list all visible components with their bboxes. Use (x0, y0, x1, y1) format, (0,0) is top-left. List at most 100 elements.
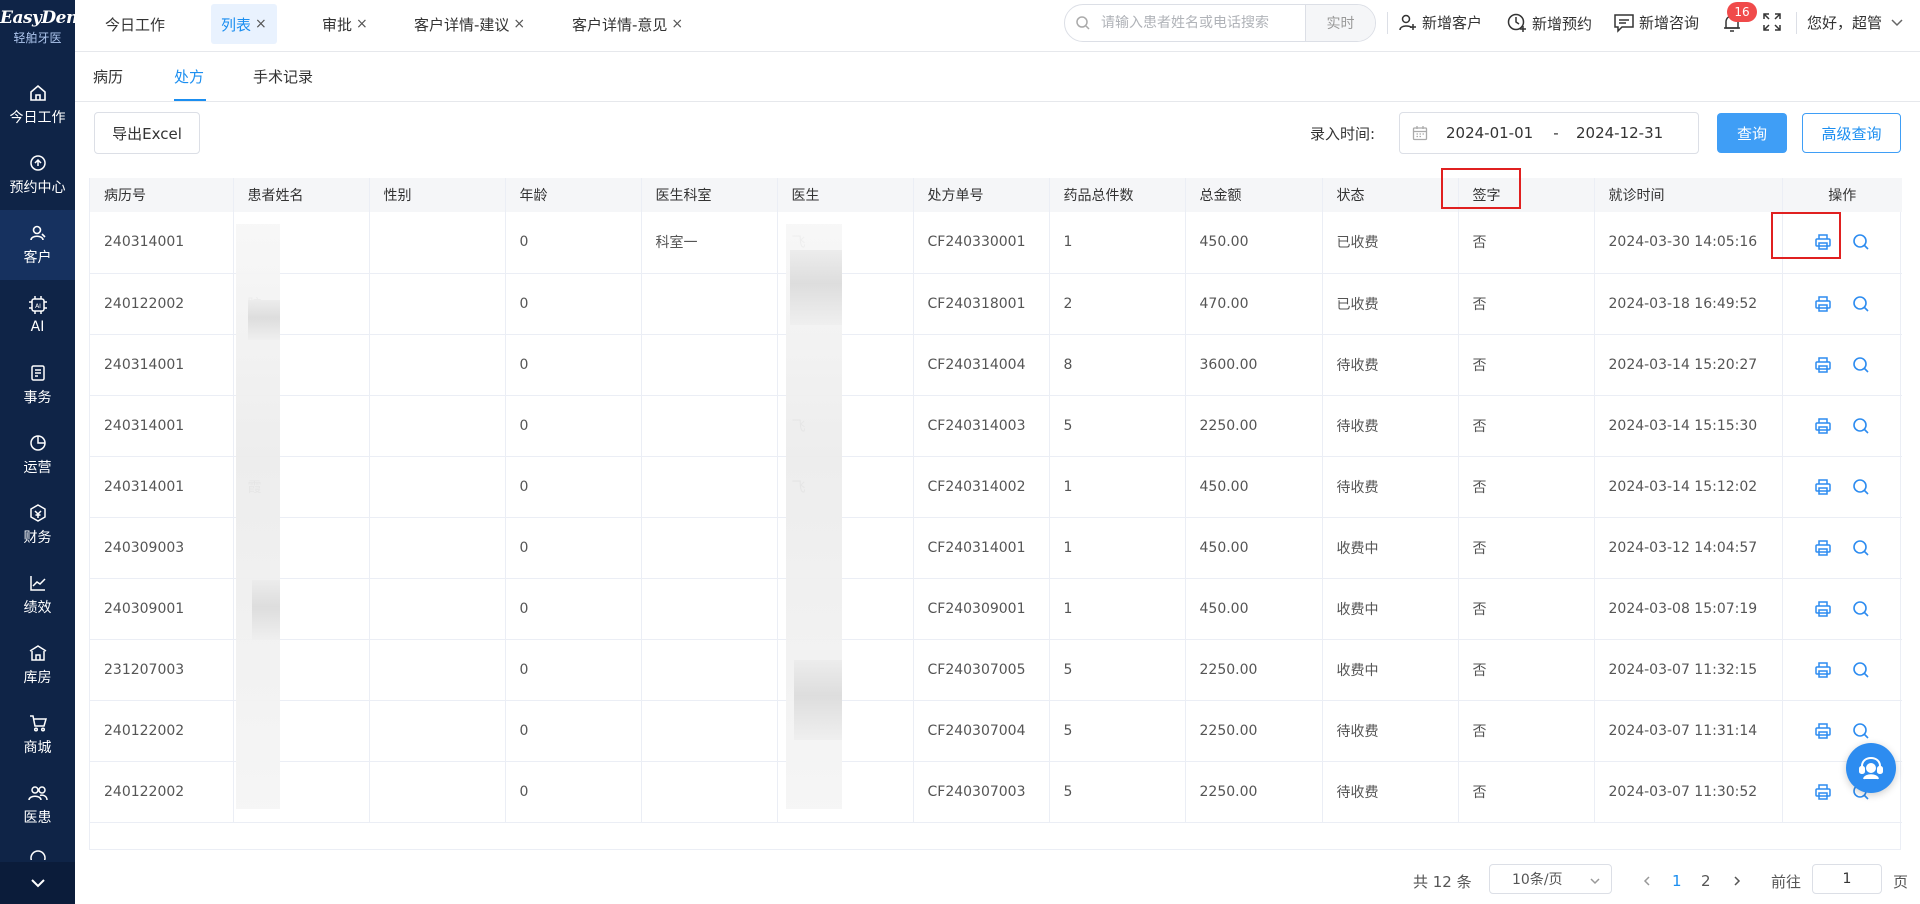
page-2-button[interactable]: 2 (1701, 866, 1711, 896)
col-status: 状态 (1322, 178, 1459, 212)
row-actions (1783, 539, 1903, 557)
query-button[interactable]: 查询 (1717, 113, 1787, 153)
close-icon[interactable]: × (513, 16, 525, 32)
search-icon[interactable] (1852, 478, 1870, 496)
total-amount-cell: 2250.00 (1185, 700, 1323, 762)
search-mode-button[interactable]: 实时 (1305, 5, 1375, 41)
actions-cell (1782, 456, 1902, 518)
sidebar-item-customer[interactable]: 客户 (0, 210, 75, 280)
close-icon[interactable]: × (671, 16, 683, 32)
sidebar-item-finance[interactable]: 财务 (0, 490, 75, 560)
page-size-select[interactable]: 10条/页 (1489, 864, 1612, 894)
search-icon[interactable] (1852, 295, 1870, 313)
goto-page-input[interactable] (1812, 864, 1882, 894)
tab-customer-opinion[interactable]: 客户详情-意见 × (572, 4, 683, 44)
advanced-query-button[interactable]: 高级查询 (1802, 113, 1901, 153)
sidebar-expand-button[interactable] (0, 862, 75, 904)
sidebar-item-today[interactable]: 今日工作 (0, 70, 75, 140)
prescription-no-cell: CF240314002 (913, 456, 1050, 518)
row-actions (1783, 356, 1903, 374)
print-icon[interactable] (1814, 295, 1832, 313)
sidebar-item-task[interactable]: 事务 (0, 350, 75, 420)
notification-count-badge: 16 (1727, 2, 1757, 22)
print-icon[interactable] (1814, 783, 1832, 801)
sidebar-item-performance[interactable]: 绩效 (0, 560, 75, 630)
subtab-surgery-record[interactable]: 手术记录 (253, 66, 313, 87)
export-excel-button[interactable]: 导出Excel (94, 112, 200, 154)
age-cell: 0 (505, 761, 642, 823)
print-icon[interactable] (1814, 722, 1832, 740)
date-range-picker[interactable]: 2024-01-01 - 2024-12-31 (1399, 112, 1699, 154)
actions-cell (1782, 517, 1903, 579)
close-icon[interactable]: × (356, 16, 368, 32)
age-cell: 0 (505, 334, 642, 396)
search-input[interactable] (1101, 15, 1301, 31)
sidebar-item-ai[interactable]: AI AI (0, 280, 75, 350)
fullscreen-button[interactable] (1762, 12, 1782, 36)
sidebar-item-appointment[interactable]: 预约中心 (0, 140, 75, 210)
age-cell: 0 (505, 700, 642, 762)
print-icon[interactable] (1814, 539, 1832, 557)
signed-cell: 否 (1458, 639, 1595, 701)
subtab-medical-record[interactable]: 病历 (93, 66, 123, 87)
appointment-icon (29, 155, 46, 171)
search-icon[interactable] (1852, 600, 1870, 618)
sidebar-item-label: 今日工作 (9, 110, 66, 126)
next-page-button[interactable] (1731, 866, 1743, 896)
drug-quantity-cell: 1 (1049, 578, 1186, 640)
subtab-prescription[interactable]: 处方 (174, 66, 204, 87)
new-appointment-button[interactable]: 新增预约 (1506, 12, 1592, 34)
chevron-down-icon (30, 879, 45, 888)
visit-time-cell: 2024-03-12 14:04:57 (1594, 517, 1783, 579)
table-row: 240122002 0 CF240307003 5 2250.00 待收费否 2024-03… (90, 761, 1902, 823)
new-customer-button[interactable]: 新增客户 (1398, 12, 1482, 33)
customer-service-button[interactable] (1846, 743, 1896, 793)
department-cell (641, 273, 778, 335)
new-consult-button[interactable]: 新增咨询 (1613, 12, 1699, 33)
page-1-button[interactable]: 1 (1672, 866, 1682, 896)
tab-today-work[interactable]: 今日工作 (105, 4, 165, 44)
sidebar-item-operation[interactable]: 运营 (0, 420, 75, 490)
print-icon[interactable] (1814, 356, 1832, 374)
department-cell (641, 639, 778, 701)
drug-quantity-cell: 5 (1049, 700, 1186, 762)
department-cell (641, 700, 778, 762)
search-icon[interactable] (1852, 539, 1870, 557)
print-icon[interactable] (1814, 478, 1832, 496)
search-icon[interactable] (1852, 417, 1870, 435)
cart-icon (29, 715, 47, 732)
page-size-value: 10条/页 (1512, 872, 1563, 888)
search-icon[interactable] (1852, 661, 1870, 679)
status-cell: 收费中 (1322, 517, 1459, 579)
print-icon[interactable] (1814, 661, 1832, 679)
print-icon[interactable] (1814, 233, 1832, 251)
search-icon[interactable] (1852, 233, 1870, 251)
sidebar-item-label: 库房 (23, 670, 52, 686)
svg-text:AI: AI (35, 303, 41, 310)
close-icon[interactable]: × (255, 16, 267, 32)
print-icon[interactable] (1814, 417, 1832, 435)
search-icon[interactable] (1852, 356, 1870, 374)
sidebar-item-warehouse[interactable]: 库房 (0, 630, 75, 700)
total-amount-cell: 450.00 (1185, 456, 1323, 518)
tab-customer-suggestion[interactable]: 客户详情-建议 × (414, 4, 525, 44)
entry-time-label: 录入时间: (1310, 125, 1376, 143)
gender-cell (369, 761, 506, 823)
sub-tabs: 病历 处方 手术记录 (75, 52, 1920, 102)
chevron-left-icon (1643, 876, 1650, 886)
print-icon[interactable] (1814, 600, 1832, 618)
date-start[interactable]: 2024-01-01 (1446, 124, 1536, 142)
age-cell: 0 (505, 639, 642, 701)
tab-approval[interactable]: 审批 × (322, 4, 368, 44)
fullscreen-icon (1763, 13, 1781, 31)
user-greeting: 您好，超管 (1807, 14, 1883, 32)
department-cell (641, 456, 778, 518)
date-end[interactable]: 2024-12-31 (1576, 124, 1676, 142)
sidebar-item-doctor-patient[interactable]: 医患 (0, 770, 75, 840)
tab-list[interactable]: 列表 × (211, 4, 277, 44)
prev-page-button[interactable] (1641, 866, 1653, 896)
user-menu[interactable]: 您好，超管 (1807, 12, 1904, 33)
sidebar-item-mall[interactable]: 商城 (0, 700, 75, 770)
actions-cell (1782, 395, 1902, 457)
search-icon[interactable] (1852, 722, 1870, 740)
